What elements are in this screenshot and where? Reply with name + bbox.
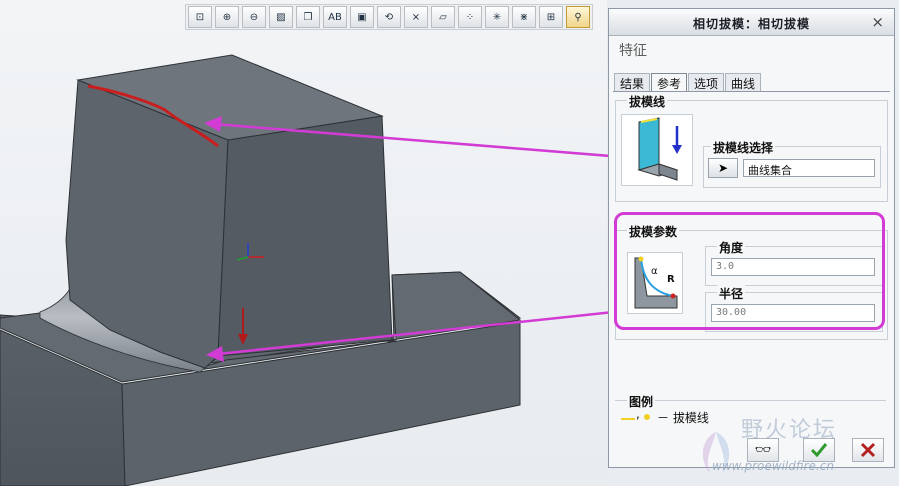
tab-results[interactable]: 结果: [614, 73, 651, 92]
select-arrow-button[interactable]: ➤: [708, 158, 738, 178]
tab-references[interactable]: 参考: [651, 73, 688, 92]
close-icon[interactable]: ×: [871, 13, 884, 31]
legend-description: － 拔模线: [657, 411, 709, 425]
display-options-icon: ⊞: [546, 11, 556, 23]
view-manager-button[interactable]: ▣: [350, 6, 374, 28]
datum-csys-icon: ✳: [492, 11, 502, 23]
zoom-in-button[interactable]: ⊕: [215, 6, 239, 28]
display-style-icon: ❒: [303, 11, 313, 23]
repaint-icon: ▨: [276, 11, 286, 23]
tab-curves[interactable]: 曲线: [725, 73, 762, 92]
saved-view-button[interactable]: AB: [323, 6, 347, 28]
model-tree-button[interactable]: ⚲: [566, 6, 590, 28]
datum-axes-icon: ⨯: [411, 11, 421, 23]
datum-csys-button[interactable]: ✳: [485, 6, 509, 28]
draft-line-collector-field[interactable]: 曲线集合: [743, 159, 875, 177]
view-manager-icon: ▣: [357, 11, 367, 23]
draft-line-diagram-icon: [621, 114, 693, 186]
zoom-fit-button[interactable]: ⊡: [188, 6, 212, 28]
graphics-viewport[interactable]: [0, 0, 607, 486]
zoom-out-button[interactable]: ⊖: [242, 6, 266, 28]
watermark-text: 野火论坛: [741, 418, 838, 443]
display-options-button[interactable]: ⊞: [539, 6, 563, 28]
annotation-button[interactable]: ⋇: [512, 6, 536, 28]
cancel-button[interactable]: [852, 438, 884, 462]
repaint-button[interactable]: ▨: [269, 6, 293, 28]
datum-points-icon: ⁘: [465, 11, 475, 23]
preview-glasses-icon: 👓︎: [754, 442, 772, 458]
legend-separator: ,: [636, 407, 640, 421]
draft-line-selection-label: 拔模线选择: [711, 139, 776, 156]
dialog-title: 相切拔模：相切拔模: [692, 17, 810, 31]
dialog-tabs: 结果 参考 选项 曲线: [614, 73, 762, 92]
zoom-in-icon: ⊕: [222, 11, 232, 23]
datum-axes-button[interactable]: ⨯: [404, 6, 428, 28]
feature-label: 特征: [619, 43, 647, 59]
annotation-highlight-box: [614, 212, 885, 330]
spin-center-icon: ⟲: [384, 11, 394, 23]
annotation-icon: ⋇: [519, 11, 529, 23]
datum-planes-icon: ▱: [439, 11, 447, 23]
dialog-titlebar: 相切拔模：相切拔模 ×: [609, 9, 894, 36]
model-tree-icon: ⚲: [574, 11, 582, 23]
zoom-out-icon: ⊖: [249, 11, 259, 23]
view-toolbar: ⊡ ⊕ ⊖ ▨ ❒ AB ▣ ⟲ ⨯ ▱ ⁘ ✳ ⋇ ⊞ ⚲: [185, 4, 593, 30]
datum-points-button[interactable]: ⁘: [458, 6, 482, 28]
zoom-fit-icon: ⊡: [195, 11, 205, 23]
legend-title: 图例: [627, 393, 656, 410]
display-style-button[interactable]: ❒: [296, 6, 320, 28]
saved-view-icon: AB: [328, 11, 342, 23]
tab-options[interactable]: 选项: [688, 73, 725, 92]
cancel-x-icon: [860, 442, 876, 458]
draft-line-group-title: 拔模线: [627, 93, 668, 110]
watermark-url: www.proewildfire.cn: [712, 459, 834, 473]
spin-center-button[interactable]: ⟲: [377, 6, 401, 28]
cursor-arrow-icon: ➤: [717, 161, 729, 175]
legend-divider: [615, 400, 886, 401]
ok-check-icon: [810, 443, 828, 458]
datum-planes-button[interactable]: ▱: [431, 6, 455, 28]
